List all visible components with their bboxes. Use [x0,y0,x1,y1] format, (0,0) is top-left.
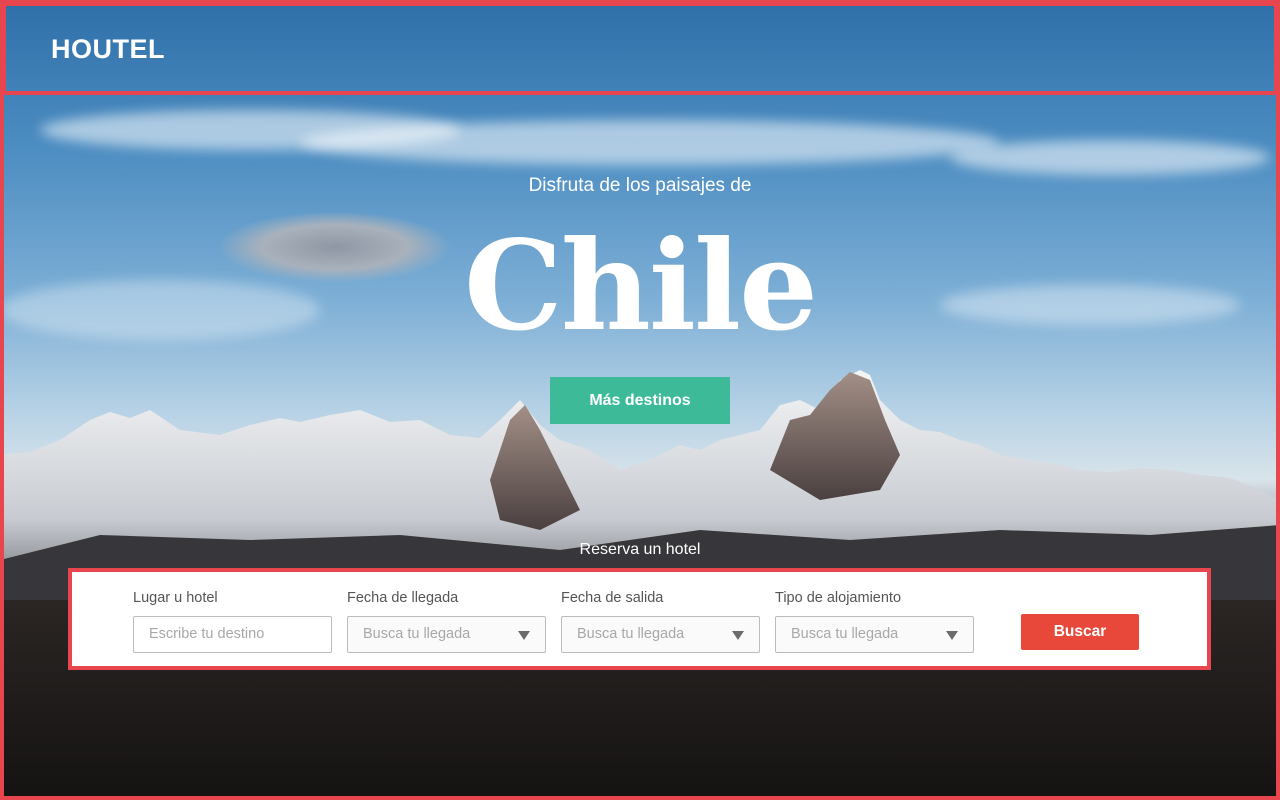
departure-date-label: Fecha de salida [561,590,664,606]
accommodation-type-label: Tipo de alojamiento [775,590,902,606]
destination-input[interactable]: Escribe tu destino [133,616,332,653]
chevron-down-icon [946,631,958,640]
accommodation-type-select[interactable]: Busca tu llegada [775,616,974,653]
hotel-search-panel: Lugar u hotel Escribe tu destino Fecha d… [68,568,1211,670]
hero-subtitle: Disfruta de los paisajes de [528,175,752,196]
hero-headline: Chile [464,214,818,359]
departure-date-field: Fecha de salida Busca tu llegada [561,590,760,653]
hero-background: HOUTEL Disfruta de los paisajes de Chile… [0,0,1280,800]
more-destinations-button[interactable]: Más destinos [550,377,730,424]
chevron-down-icon [732,631,744,640]
search-button[interactable]: Buscar [1021,614,1139,650]
arrival-date-label: Fecha de llegada [347,590,459,606]
header-highlight-frame [2,2,1278,95]
destination-field: Lugar u hotel Escribe tu destino [133,590,332,653]
chevron-down-icon [518,631,530,640]
cloud [300,120,1000,165]
departure-date-placeholder: Busca tu llegada [577,626,685,642]
booking-title: Reserva un hotel [579,541,701,558]
arrival-date-select[interactable]: Busca tu llegada [347,616,546,653]
cloud [950,140,1270,175]
departure-date-select[interactable]: Busca tu llegada [561,616,760,653]
accommodation-type-field: Tipo de alojamiento Busca tu llegada [775,590,974,653]
destination-label: Lugar u hotel [133,590,218,606]
arrival-date-placeholder: Busca tu llegada [363,626,471,642]
accommodation-type-placeholder: Busca tu llegada [791,626,899,642]
site-logo[interactable]: HOUTEL [51,34,165,65]
arrival-date-field: Fecha de llegada Busca tu llegada [347,590,546,653]
